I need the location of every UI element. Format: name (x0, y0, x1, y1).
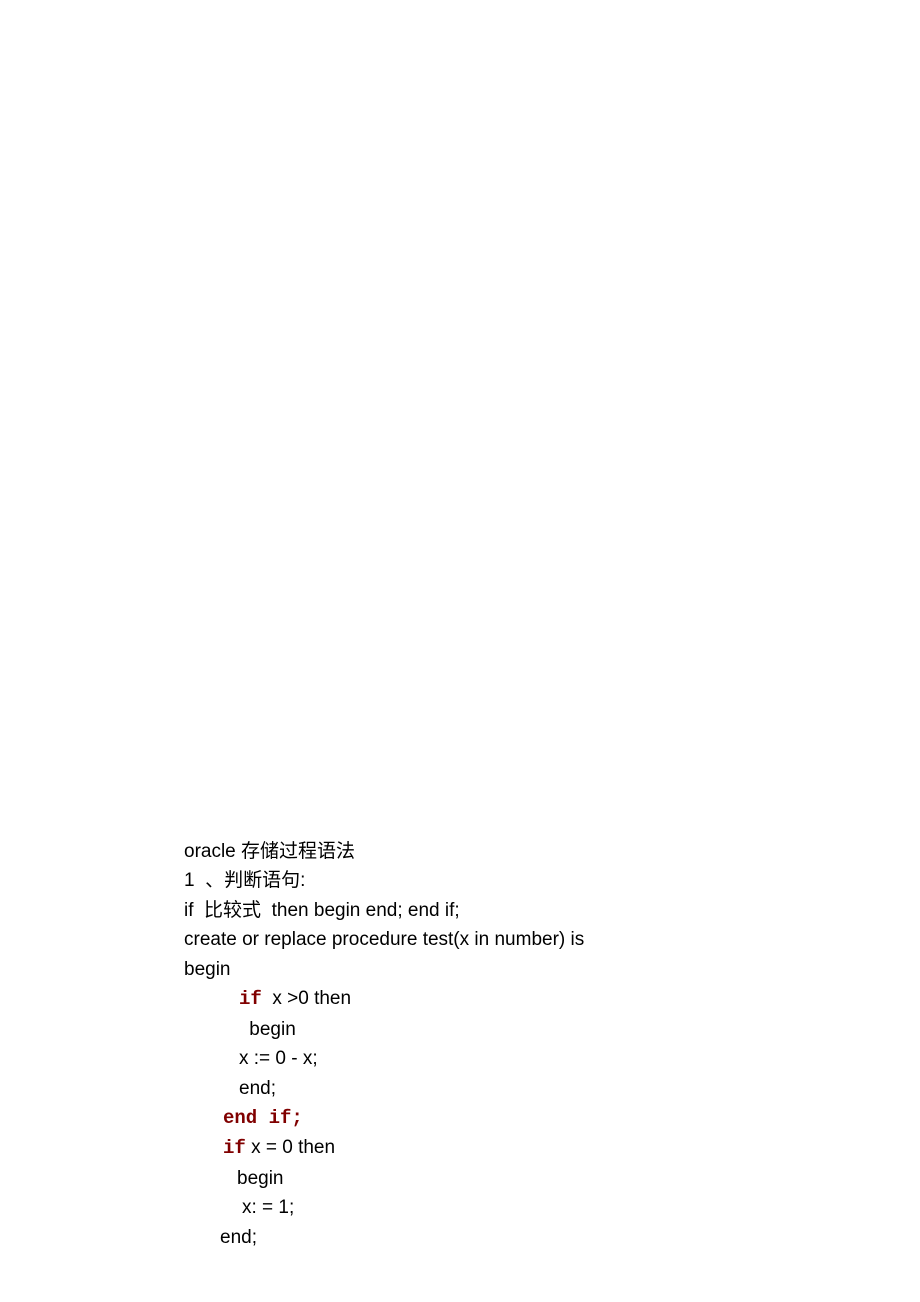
if-keyword: if (239, 988, 262, 1010)
section-heading: 1 、判断语句: (184, 866, 744, 895)
if2-condition: x = 0 then (246, 1137, 335, 1158)
assignment-2: x: = 1; (184, 1193, 744, 1222)
end-if: end if; (184, 1103, 744, 1133)
document-content: oracle 存储过程语法 1 、判断语句: if 比较式 then begin… (184, 837, 744, 1252)
assignment-1: x := 0 - x; (184, 1044, 744, 1073)
if-statement-2: if x = 0 then (184, 1133, 744, 1163)
inner-end-1: end; (184, 1074, 744, 1103)
doc-title: oracle 存储过程语法 (184, 837, 744, 866)
inner-begin-2: begin (184, 1164, 744, 1193)
endif-keyword: end if; (223, 1107, 303, 1129)
inner-end-2: end; (184, 1223, 744, 1252)
if-template: if 比较式 then begin end; end if; (184, 896, 744, 925)
if1-condition: x >0 then (262, 988, 351, 1009)
begin-block: begin (184, 955, 744, 984)
procedure-declaration: create or replace procedure test(x in nu… (184, 925, 744, 954)
inner-begin-1: begin (184, 1015, 744, 1044)
if-statement-1: if x >0 then (184, 984, 744, 1014)
if-keyword-2: if (223, 1137, 246, 1159)
